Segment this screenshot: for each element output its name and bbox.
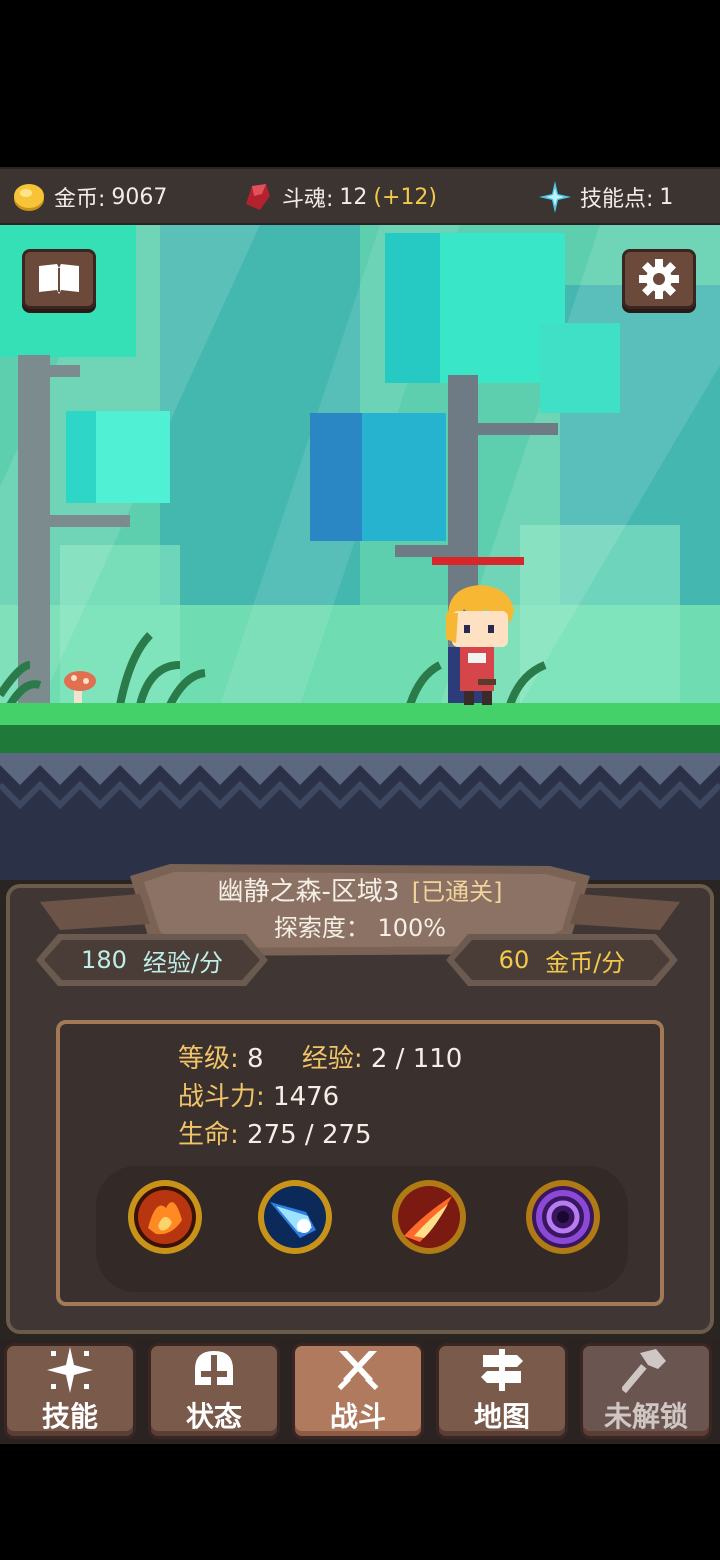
nav-map-button[interactable]: 地图 [436, 1343, 568, 1439]
gold-rate-text: 60 金币/分 [446, 932, 678, 988]
void-vortex-skill-icon[interactable] [524, 1178, 602, 1256]
star-sparkle-icon [539, 181, 571, 213]
book-button[interactable] [22, 249, 96, 309]
exp-rate-label: 经验/分 [142, 948, 223, 977]
nav-locked-button[interactable]: 未解锁 [580, 1343, 712, 1439]
settings-button[interactable] [622, 249, 696, 309]
gold-rate-value: 60 [498, 946, 530, 974]
ice-dash-skill-icon[interactable] [256, 1178, 334, 1256]
hp-line: 生命: 275 / 275 [178, 1114, 372, 1151]
forest-background [0, 225, 720, 880]
power-label: 战斗力: [178, 1082, 265, 1112]
power-line: 战斗力: 1476 [178, 1076, 339, 1113]
level-value: 8 [247, 1044, 264, 1074]
skill-points-label: 技能点: [580, 187, 654, 212]
helmet-icon [195, 1351, 233, 1385]
nav-status-button[interactable]: 状态 [148, 1343, 280, 1439]
gold-label: 金币: [54, 187, 106, 212]
character-stats-box: 等级: 8 经验: 2 / 110 战斗力: 1476 生命: 275 / 27… [56, 1020, 664, 1306]
soul-counter: 斗魂: 12 (+12) [240, 169, 437, 225]
red-crystal-icon [246, 184, 270, 210]
nav-skills-label: 技能 [41, 1400, 98, 1433]
flame-slash-skill-icon[interactable] [390, 1178, 468, 1256]
exp-rate-plate: 180 经验/分 [36, 932, 268, 988]
hammer-icon [622, 1349, 666, 1393]
gold-coin-icon [14, 184, 44, 211]
exploration-label: 探索度： [273, 914, 370, 942]
gold-rate-label: 金币/分 [545, 948, 626, 977]
gear-icon [639, 259, 679, 299]
zone-cleared-tag: [已通关] [411, 878, 503, 906]
hero-hp-bar [432, 557, 524, 565]
exploration-value: 100% [377, 914, 447, 942]
exp-rate-value: 180 [81, 946, 127, 974]
hp-label: 生命: [178, 1120, 239, 1150]
skill-points-value: 1 [659, 184, 674, 210]
exp-value: 2 / 110 [370, 1044, 463, 1074]
level-line: 等级: 8 经验: 2 / 110 [178, 1038, 462, 1075]
sparkle-icon [47, 1347, 93, 1393]
nav-skills-button[interactable]: 技能 [4, 1343, 136, 1439]
skill-slots [96, 1166, 628, 1292]
gold-counter: 金币: 9067 [12, 169, 167, 225]
soul-value: 12 [339, 184, 368, 210]
nav-battle-label: 战斗 [329, 1400, 386, 1433]
hero-character [446, 585, 514, 705]
info-panel: 幽静之森-区域3 [已通关] 探索度： 100% 180 经验/分 60 金币/… [0, 864, 720, 1340]
exp-rate-text: 180 经验/分 [36, 932, 268, 988]
soul-bonus: (+12) [373, 184, 438, 210]
skill-points-counter: 技能点: 1 [538, 169, 673, 225]
soul-label: 斗魂: [282, 187, 334, 212]
exp-label: 经验: [301, 1044, 363, 1074]
level-label: 等级: [178, 1044, 239, 1074]
zone-title: 幽静之森-区域3 [已通关] [0, 872, 720, 912]
bottom-nav: 技能 状态 战斗 地图 未解锁 [0, 1340, 720, 1444]
gold-rate-plate: 60 金币/分 [446, 932, 678, 988]
power-value: 1476 [273, 1082, 340, 1112]
fire-skill-icon[interactable] [126, 1178, 204, 1256]
nav-map-label: 地图 [473, 1400, 530, 1433]
nav-status-label: 状态 [185, 1400, 242, 1433]
book-icon [39, 264, 79, 294]
zone-name: 幽静之森-区域3 [217, 877, 400, 907]
nav-battle-button[interactable]: 战斗 [292, 1343, 424, 1439]
gold-value: 9067 [111, 184, 168, 210]
signpost-icon [481, 1349, 523, 1391]
battle-scene [0, 225, 720, 880]
hp-value: 275 / 275 [247, 1120, 372, 1150]
crossed-swords-icon [337, 1351, 379, 1391]
resource-bar: 金币: 9067 斗魂: 12 (+12) 技能点: 1 [0, 167, 720, 225]
nav-locked-label: 未解锁 [603, 1400, 688, 1433]
